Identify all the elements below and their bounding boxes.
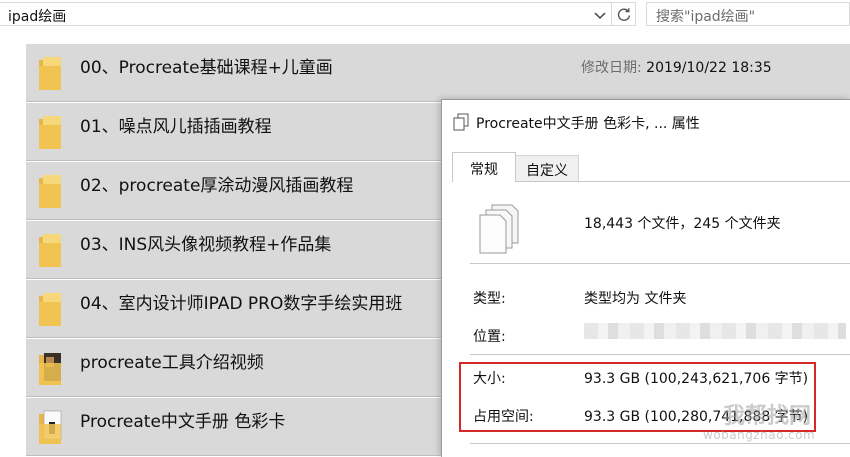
folder-name[interactable]: 01、噪点风儿插插画教程 — [80, 112, 272, 137]
address-path[interactable]: ipad绘画 — [8, 6, 66, 26]
navigation-pane-edge — [0, 30, 26, 456]
folder-with-video-thumbnail-icon — [39, 353, 61, 385]
modified-date: 修改日期: 2019/10/22 18:35 — [581, 57, 772, 77]
folder-with-document-thumbnail-icon — [39, 410, 62, 444]
folder-icon — [39, 293, 61, 326]
location-value-redacted — [584, 323, 846, 339]
separator — [470, 263, 850, 264]
multiple-files-icon — [479, 204, 519, 254]
folder-row-00[interactable]: 00、Procreate基础课程+儿童画 修改日期: 2019/10/22 18… — [26, 44, 850, 102]
folder-icon — [39, 57, 61, 90]
dialog-tabs: 常规 自定义 — [452, 152, 850, 182]
folder-name[interactable]: 04、室内设计师IPAD PRO数字手绘实用班 — [80, 289, 402, 314]
folder-name[interactable]: procreate工具介绍视频 — [80, 348, 264, 373]
watermark-url: wobangzhao.com — [703, 428, 816, 442]
refresh-icon — [617, 8, 631, 21]
type-label: 类型: — [473, 291, 506, 307]
search-box[interactable]: 搜索"ipad绘画" — [646, 2, 850, 26]
location-label: 位置: — [473, 329, 506, 345]
folder-name[interactable]: Procreate中文手册 色彩卡 — [80, 407, 285, 432]
copy-files-icon — [453, 113, 469, 131]
address-bar[interactable]: ipad绘画 — [0, 2, 612, 26]
folder-name[interactable]: 02、procreate厚涂动漫风插画教程 — [80, 171, 353, 196]
tab-general[interactable]: 常规 — [452, 152, 516, 182]
folder-name[interactable]: 03、INS风头像视频教程+作品集 — [80, 230, 331, 255]
dialog-title: Procreate中文手册 色彩卡, ... 属性 — [476, 116, 700, 132]
toolbar: ipad绘画 搜索"ipad绘画" — [0, 0, 850, 30]
modified-date-label: 修改日期: — [581, 60, 642, 76]
watermark: 我帮找网 wobangzhao.com — [695, 398, 845, 454]
search-placeholder[interactable]: 搜索"ipad绘画" — [656, 6, 755, 26]
chevron-down-icon[interactable] — [593, 9, 607, 23]
refresh-button[interactable] — [612, 2, 636, 26]
separator — [470, 354, 850, 355]
folder-icon — [39, 116, 61, 149]
type-value: 类型均为 文件夹 — [584, 291, 687, 307]
watermark-text: 我帮找网 — [723, 404, 812, 429]
folder-name[interactable]: 00、Procreate基础课程+儿童画 — [80, 53, 333, 78]
folder-icon — [39, 175, 61, 208]
tab-custom[interactable]: 自定义 — [515, 155, 579, 182]
file-folder-count: 18,443 个文件，245 个文件夹 — [584, 216, 781, 232]
folder-icon — [39, 234, 61, 267]
modified-date-value: 2019/10/22 18:35 — [646, 60, 772, 76]
